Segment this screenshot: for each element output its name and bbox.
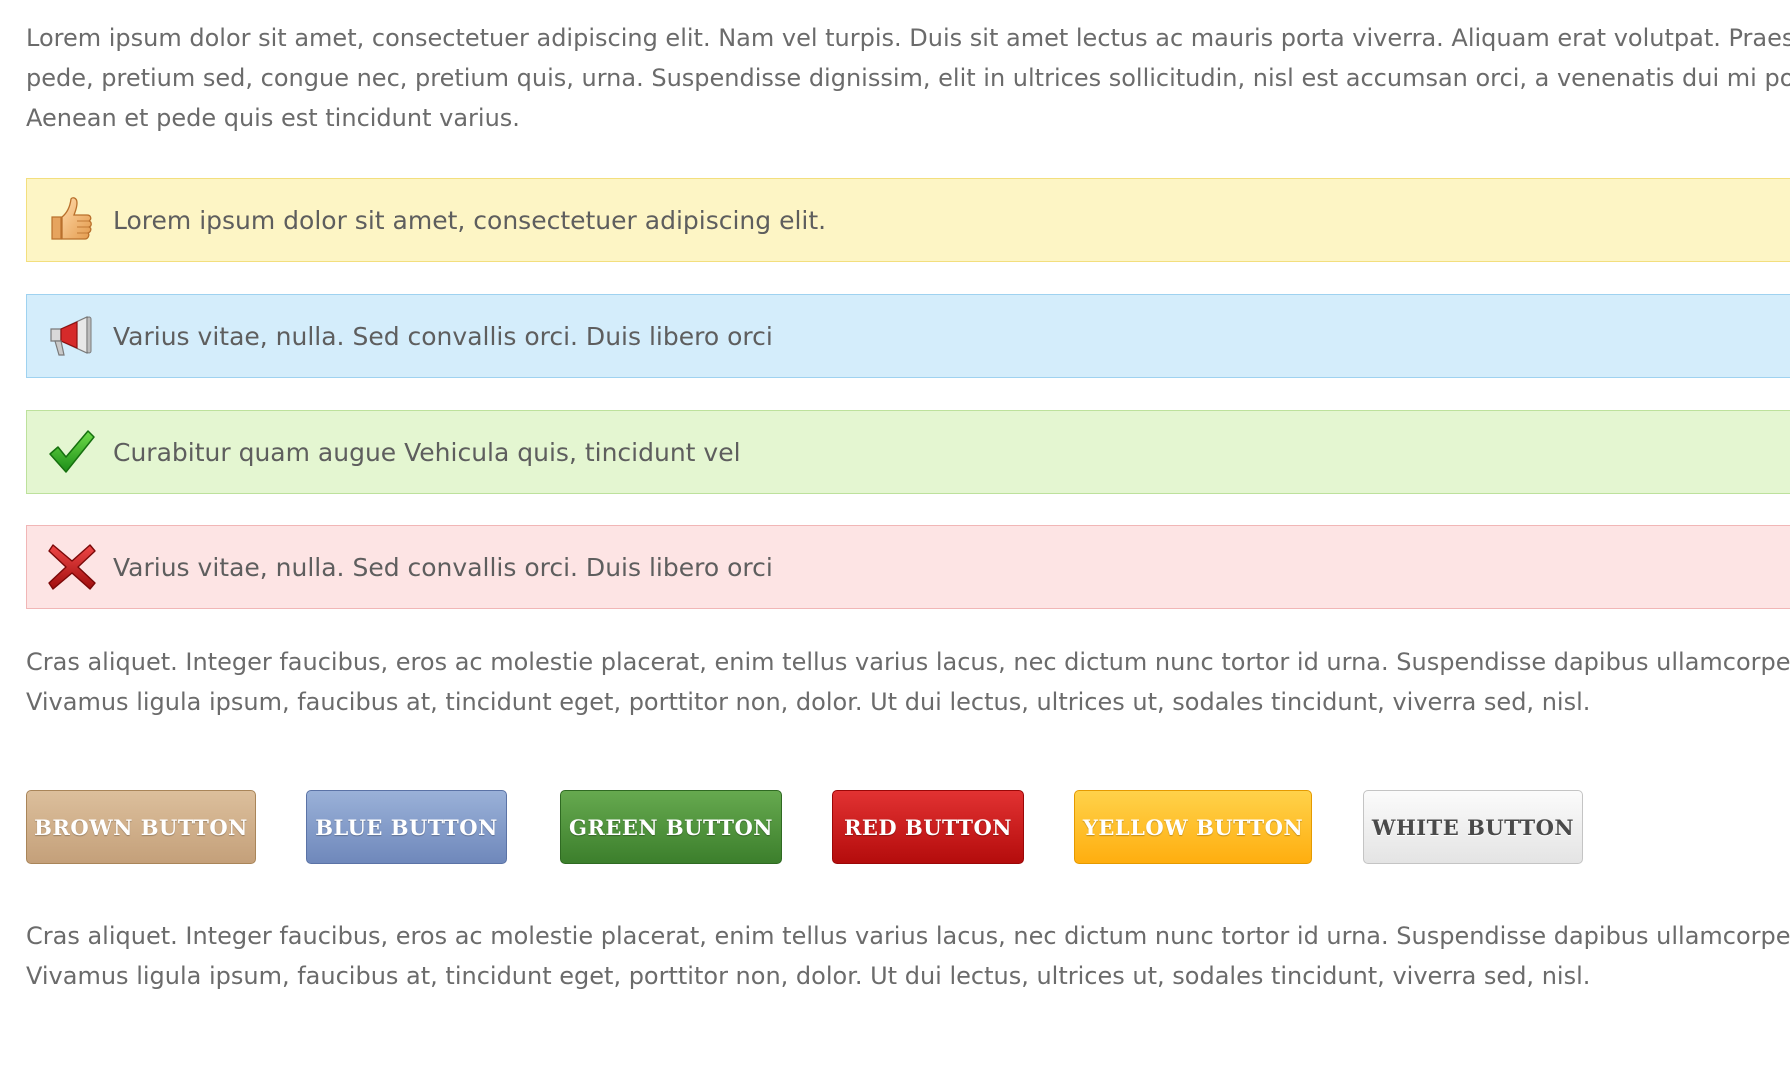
notice-text: Lorem ipsum dolor sit amet, consectetuer… bbox=[113, 205, 827, 235]
checkmark-icon bbox=[47, 427, 97, 477]
paragraph-line: Aenean et pede quis est tincidunt varius… bbox=[26, 104, 520, 132]
green-button[interactable]: GREEN BUTTON bbox=[560, 790, 782, 864]
paragraph-line: Cras aliquet. Integer faucibus, eros ac … bbox=[26, 648, 1790, 676]
paragraph-line: Vivamus ligula ipsum, faucibus at, tinci… bbox=[26, 962, 1591, 990]
notice-success-green: Curabitur quam augue Vehicula quis, tinc… bbox=[26, 410, 1790, 494]
paragraph-line: Vivamus ligula ipsum, faucibus at, tinci… bbox=[26, 688, 1591, 716]
footer-paragraph: Cras aliquet. Integer faucibus, eros ac … bbox=[26, 916, 1790, 996]
blue-button[interactable]: BLUE BUTTON bbox=[306, 790, 507, 864]
megaphone-icon bbox=[47, 311, 97, 361]
paragraph-line: pede, pretium sed, congue nec, pretium q… bbox=[26, 64, 1790, 92]
intro-paragraph: Lorem ipsum dolor sit amet, consectetuer… bbox=[26, 18, 1790, 138]
notice-text: Varius vitae, nulla. Sed convallis orci.… bbox=[113, 321, 773, 351]
body-paragraph: Cras aliquet. Integer faucibus, eros ac … bbox=[26, 642, 1790, 722]
paragraph-line: Cras aliquet. Integer faucibus, eros ac … bbox=[26, 922, 1790, 950]
notice-text: Curabitur quam augue Vehicula quis, tinc… bbox=[113, 437, 741, 467]
notice-info-yellow: Lorem ipsum dolor sit amet, consectetuer… bbox=[26, 178, 1790, 262]
notice-text: Varius vitae, nulla. Sed convallis orci.… bbox=[113, 552, 773, 582]
red-button[interactable]: RED BUTTON bbox=[832, 790, 1024, 864]
brown-button[interactable]: BROWN BUTTON bbox=[26, 790, 256, 864]
page: Lorem ipsum dolor sit amet, consectetuer… bbox=[0, 0, 1790, 1082]
notice-error-red: Varius vitae, nulla. Sed convallis orci.… bbox=[26, 525, 1790, 609]
thumbs-up-icon bbox=[47, 195, 97, 245]
white-button[interactable]: WHITE BUTTON bbox=[1363, 790, 1583, 864]
notice-announcement-blue: Varius vitae, nulla. Sed convallis orci.… bbox=[26, 294, 1790, 378]
cross-icon bbox=[47, 542, 97, 592]
yellow-button[interactable]: YELLOW BUTTON bbox=[1074, 790, 1312, 864]
paragraph-line: Lorem ipsum dolor sit amet, consectetuer… bbox=[26, 24, 1790, 52]
